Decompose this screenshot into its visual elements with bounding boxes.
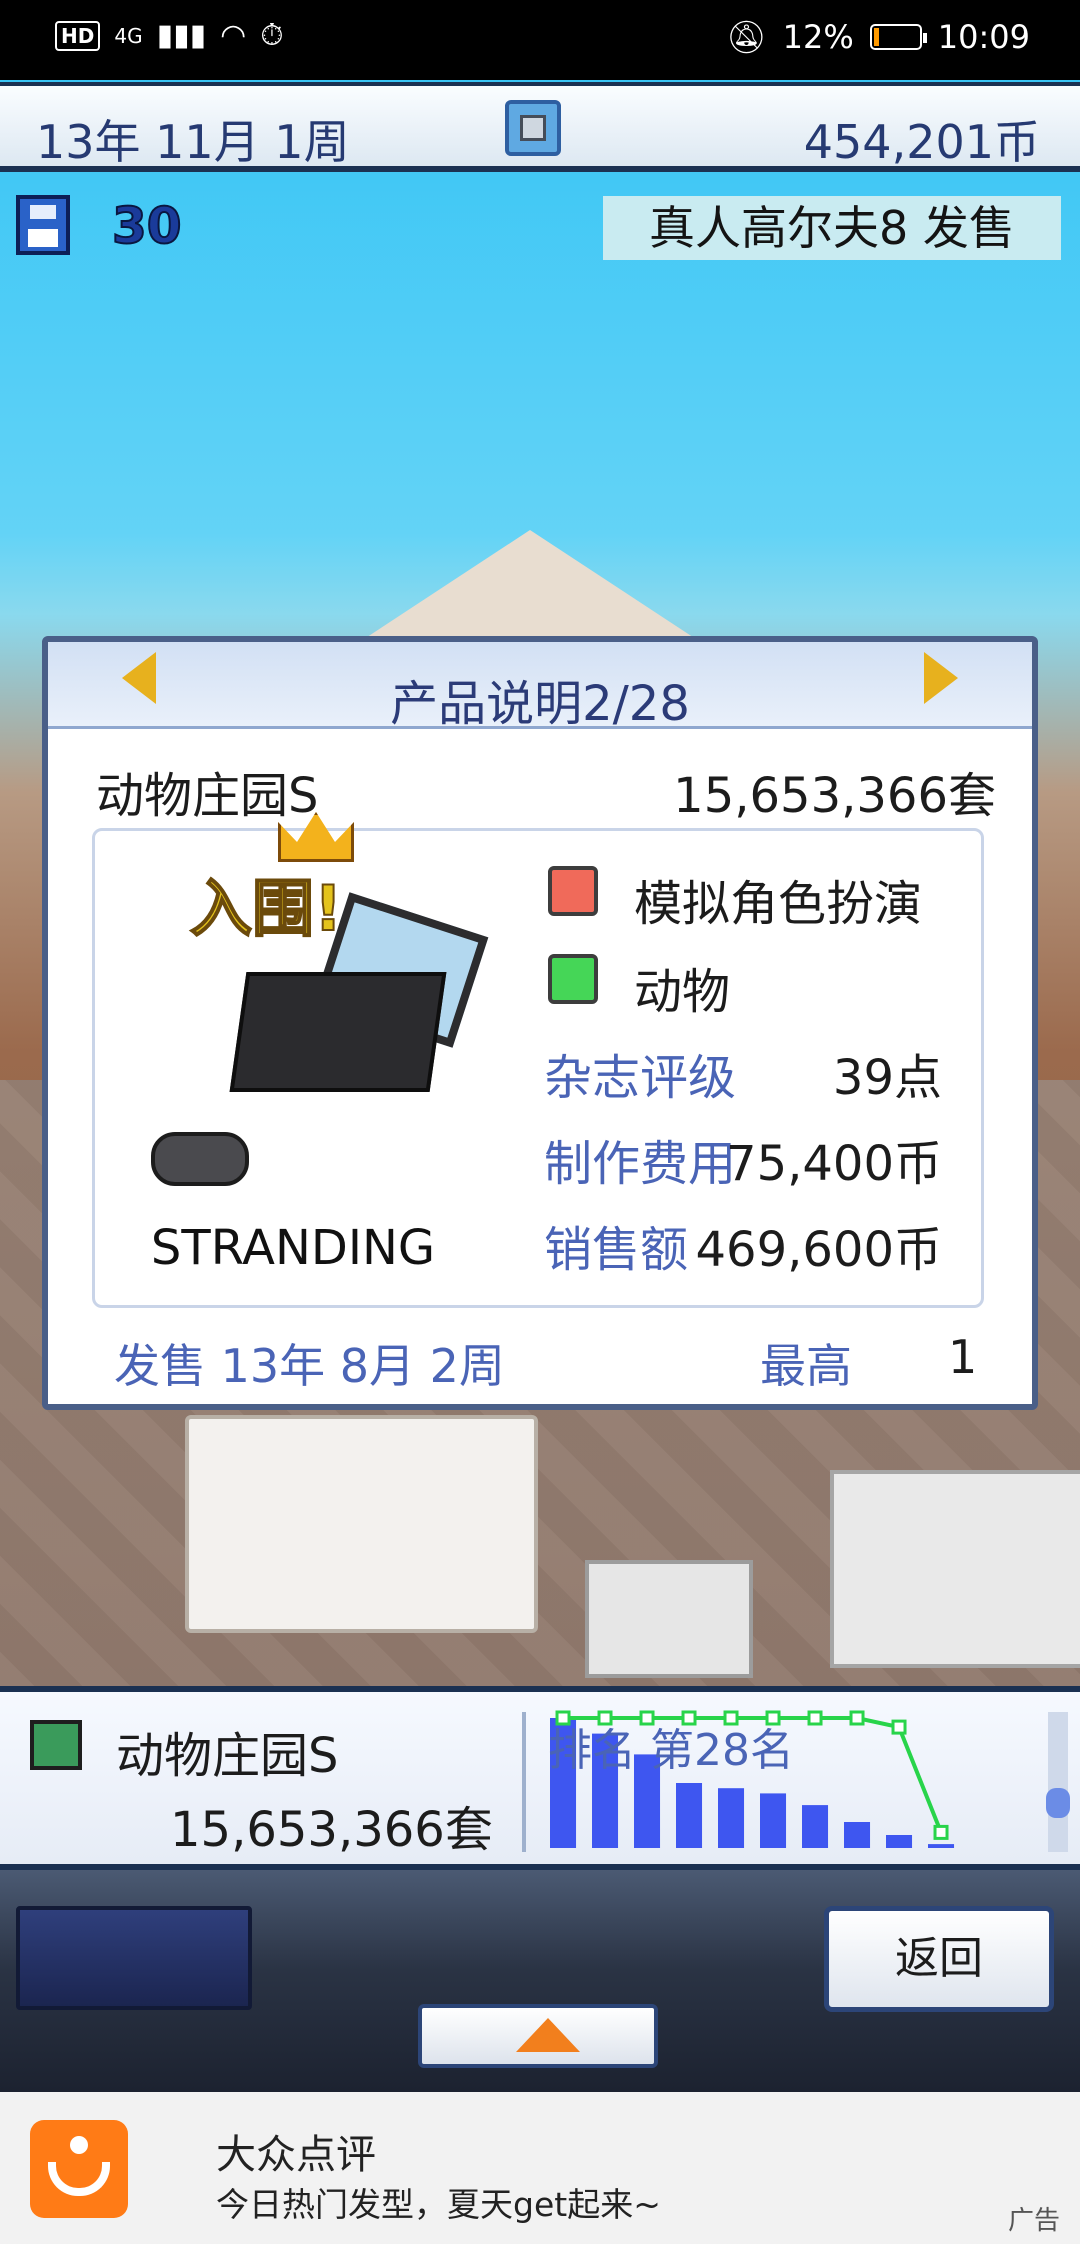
game-date: 13年 11月 1周 bbox=[36, 115, 350, 169]
battery-icon bbox=[869, 24, 927, 50]
speed-toggle-button[interactable] bbox=[505, 100, 561, 156]
release-date: 发售 13年 8月 2周 bbox=[114, 1339, 505, 1393]
control-area: 返回 bbox=[0, 1870, 1080, 2092]
ranking-product-sales: 15,653,366套 bbox=[170, 1802, 493, 1858]
cost-label: 制作费用 bbox=[544, 1136, 737, 1192]
chart-bar-8 bbox=[886, 1835, 913, 1848]
dialog-header: 产品说明2/28 bbox=[48, 642, 1032, 732]
alarm-icon: ⏱ bbox=[260, 18, 284, 53]
peak-rank-label: 最高 bbox=[760, 1339, 852, 1393]
chart-point-9 bbox=[933, 1824, 949, 1840]
theme-label: 动物 bbox=[634, 964, 731, 1020]
chart-point-7 bbox=[849, 1710, 865, 1726]
expand-menu-button[interactable] bbox=[418, 2004, 658, 2068]
panel-divider bbox=[522, 1712, 526, 1852]
chart-point-6 bbox=[807, 1710, 823, 1726]
chart-bar-9 bbox=[928, 1844, 955, 1848]
chart-point-8 bbox=[891, 1719, 907, 1735]
ranking-scrollbar[interactable] bbox=[1048, 1712, 1068, 1852]
ad-subtitle: 今日热门发型，夏天get起来~ bbox=[216, 2185, 661, 2224]
logo-head bbox=[70, 2136, 88, 2154]
dianping-logo-icon bbox=[30, 2120, 128, 2218]
ad-title: 大众点评 bbox=[216, 2132, 376, 2178]
platform-name: STRANDING bbox=[150, 1220, 436, 1276]
ad-tag: 广告 bbox=[1007, 2206, 1060, 2236]
ranking-scroll-thumb[interactable] bbox=[1046, 1788, 1070, 1818]
ranking-product-name: 动物庄园S bbox=[116, 1728, 339, 1784]
revenue-label: 销售额 bbox=[544, 1222, 689, 1278]
chart-bar-3 bbox=[676, 1783, 703, 1848]
peak-rank-value: 1 bbox=[948, 1330, 978, 1384]
hd-indicator: HD bbox=[55, 20, 101, 51]
clock: 10:09 bbox=[937, 18, 1030, 56]
mute-icon: 🔕︎ bbox=[726, 18, 767, 56]
genre-face-icon bbox=[548, 866, 598, 916]
product-thumbnail-icon bbox=[30, 1720, 82, 1770]
product-info-dialog: 产品说明2/28 动物庄园S 15,653,366套 入围! STRANDING… bbox=[42, 636, 1038, 1410]
reception-desk bbox=[185, 1415, 538, 1633]
chart-bar-5 bbox=[760, 1793, 787, 1848]
dialog-title: 产品说明2/28 bbox=[390, 676, 690, 732]
next-arrow-icon[interactable] bbox=[924, 652, 958, 704]
save-icon[interactable] bbox=[16, 195, 70, 255]
ad-banner[interactable]: 大众点评 今日热门发型，夏天get起来~ 广告 bbox=[0, 2092, 1080, 2244]
save-count: 30 bbox=[111, 196, 183, 256]
battery-percent: 12% bbox=[782, 18, 854, 56]
ranking-panel[interactable]: 动物庄园S 15,653,366套 排名 第28名 bbox=[0, 1686, 1080, 1870]
cost-value: 75,400币 bbox=[726, 1136, 942, 1192]
product-units-sold: 15,653,366套 bbox=[673, 768, 996, 824]
logo-body bbox=[48, 2162, 110, 2196]
signal-icon: ▮▮▮ bbox=[156, 18, 207, 53]
money-display: 454,201币 bbox=[803, 115, 1040, 169]
status-left: HD 4G ▮▮▮ ◠ ⏱ bbox=[55, 18, 284, 53]
cabinet bbox=[585, 1560, 753, 1678]
network-indicator: 4G bbox=[114, 23, 143, 48]
ranking-position: 排名 第28名 bbox=[548, 1725, 794, 1776]
hall-of-fame-badge: 入围! bbox=[189, 871, 343, 946]
revenue-value: 469,600币 bbox=[695, 1222, 943, 1278]
product-name: 动物庄园S bbox=[96, 768, 319, 824]
chart-bar-7 bbox=[844, 1822, 871, 1848]
genre-label: 模拟角色扮演 bbox=[634, 876, 923, 932]
release-banner: 真人高尔夫8 发售 bbox=[603, 196, 1061, 260]
battery-fill bbox=[873, 28, 879, 46]
menu-slot-button[interactable] bbox=[16, 1906, 252, 2010]
rating-label: 杂志评级 bbox=[544, 1050, 737, 1106]
theme-gem-icon bbox=[548, 954, 598, 1004]
chart-bar-4 bbox=[718, 1788, 745, 1848]
up-arrow-icon bbox=[516, 2018, 580, 2052]
console-icon bbox=[229, 972, 447, 1092]
system-status-bar: HD 4G ▮▮▮ ◠ ⏱ 🔕︎ 12% 10:09 bbox=[0, 0, 1080, 80]
gamepad-icon bbox=[151, 1132, 249, 1186]
shelf bbox=[830, 1470, 1080, 1668]
status-right: 🔕︎ 12% 10:09 bbox=[726, 18, 1030, 56]
rating-value: 39点 bbox=[832, 1050, 942, 1106]
chart-bar-6 bbox=[802, 1805, 829, 1848]
wifi-icon: ◠ bbox=[220, 18, 247, 53]
back-button[interactable]: 返回 bbox=[824, 1906, 1054, 2012]
